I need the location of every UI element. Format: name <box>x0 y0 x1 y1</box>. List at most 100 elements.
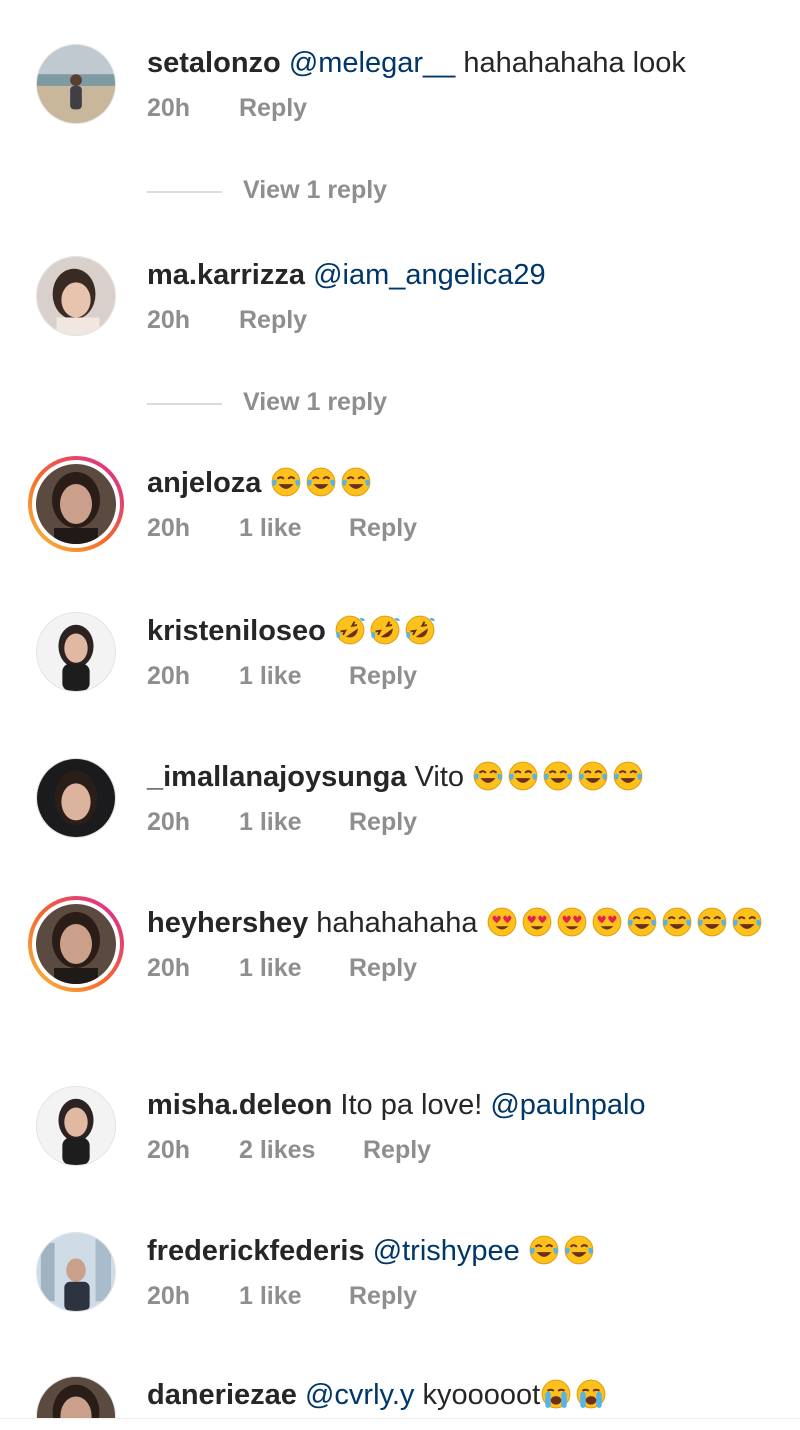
bottom-divider <box>0 1418 800 1430</box>
comment-username[interactable]: frederickfederis <box>147 1235 365 1267</box>
view-replies-dash <box>147 191 222 193</box>
avatar[interactable] <box>36 1086 116 1166</box>
comment-text: daneriezae @cvrly.y kyooooot <box>147 1376 776 1414</box>
comment-body: anjeloza 20h 1 like Reply <box>147 464 776 546</box>
comment-message <box>520 1235 528 1267</box>
reply-button[interactable]: Reply <box>363 1136 431 1165</box>
comment-timestamp: 20h <box>147 306 191 334</box>
view-replies-dash <box>147 403 222 405</box>
avatar[interactable] <box>28 896 124 992</box>
avatar[interactable] <box>36 1232 116 1312</box>
reply-button[interactable]: Reply <box>239 94 307 123</box>
comment-message: hahahahaha <box>316 907 486 939</box>
comment-username[interactable]: misha.deleon <box>147 1089 332 1121</box>
comment-like-count[interactable]: 1 like <box>239 808 302 837</box>
reply-button[interactable]: Reply <box>349 954 417 983</box>
comment-mention[interactable]: @cvrly.y <box>305 1379 414 1411</box>
avatar[interactable] <box>28 456 124 552</box>
avatar[interactable] <box>36 612 116 692</box>
comment-mention[interactable]: @iam_angelica29 <box>313 259 546 291</box>
avatar[interactable] <box>36 44 116 124</box>
comment-meta: 20h Reply <box>147 306 776 338</box>
comment-timestamp: 20h <box>147 954 191 982</box>
comment-like-count[interactable]: 1 like <box>239 954 302 983</box>
face-with-tears-of-joy-icon <box>542 760 574 792</box>
comment-mention[interactable]: @melegar__ <box>289 47 455 79</box>
comment-text: kristeniloseo <box>147 612 776 650</box>
face-with-tears-of-joy-icon <box>472 760 504 792</box>
heart-eyes-icon <box>591 906 623 938</box>
face-with-tears-of-joy-icon <box>577 760 609 792</box>
face-with-tears-of-joy-icon <box>626 906 658 938</box>
comment-timestamp: 20h <box>147 808 191 836</box>
comment-body: _imallanajoysunga Vito 20h 1 like Reply <box>147 758 776 840</box>
comment-body: ma.karrizza @iam_angelica29 20h Reply <box>147 256 776 338</box>
avatar-photo <box>36 464 116 544</box>
reply-button[interactable]: Reply <box>349 808 417 837</box>
heart-eyes-icon <box>556 906 588 938</box>
avatar[interactable] <box>36 1376 116 1418</box>
rolling-on-floor-laughing-icon <box>404 614 436 646</box>
face-with-tears-of-joy-icon <box>305 466 337 498</box>
view-replies-label[interactable]: View 1 reply <box>243 176 387 205</box>
comment-timestamp: 20h <box>147 662 191 690</box>
face-with-tears-of-joy-icon <box>696 906 728 938</box>
comment-username[interactable]: _imallanajoysunga <box>147 761 407 793</box>
rolling-on-floor-laughing-icon <box>334 614 366 646</box>
face-with-tears-of-joy-icon <box>563 1234 595 1266</box>
comment-like-count[interactable]: 1 like <box>239 662 302 691</box>
comment-message: hahahahaha look <box>455 47 686 79</box>
heart-eyes-icon <box>521 906 553 938</box>
face-with-tears-of-joy-icon <box>507 760 539 792</box>
reply-button[interactable]: Reply <box>349 514 417 543</box>
comment-meta: 20h Reply <box>147 94 776 126</box>
avatar[interactable] <box>36 758 116 838</box>
comment-timestamp: 20h <box>147 94 191 122</box>
face-with-tears-of-joy-icon <box>340 466 372 498</box>
reply-button[interactable]: Reply <box>349 1282 417 1311</box>
comment-text: heyhershey hahahahaha <box>147 904 776 942</box>
reply-button[interactable]: Reply <box>239 306 307 335</box>
comment-meta: 20h 1 like Reply <box>147 1282 776 1314</box>
comment-timestamp: 20h <box>147 514 191 542</box>
reply-button[interactable]: Reply <box>349 662 417 691</box>
comment-username[interactable]: ma.karrizza <box>147 259 305 291</box>
comment-meta: 20h 1 like Reply <box>147 808 776 840</box>
face-with-tears-of-joy-icon <box>612 760 644 792</box>
comment-message: Vito <box>414 761 473 793</box>
comment-meta: 20h 1 like Reply <box>147 662 776 694</box>
comment-mention[interactable]: @trishypee <box>373 1235 520 1267</box>
comment-text: ma.karrizza @iam_angelica29 <box>147 256 776 294</box>
comment-text: _imallanajoysunga Vito <box>147 758 776 796</box>
comment-like-count[interactable]: 1 like <box>239 1282 302 1311</box>
comment-username[interactable]: setalonzo <box>147 47 281 79</box>
comment-username[interactable]: anjeloza <box>147 467 261 499</box>
comment-body: frederickfederis @trishypee 20h 1 like Rep… <box>147 1232 776 1314</box>
comment-body: kristeniloseo 20h 1 like Reply <box>147 612 776 694</box>
comment-text: misha.deleon Ito pa love! @paulnpalo <box>147 1086 776 1124</box>
comment-text: frederickfederis @trishypee <box>147 1232 776 1270</box>
comment-timestamp: 20h <box>147 1282 191 1310</box>
comment-mention[interactable]: @paulnpalo <box>490 1089 645 1121</box>
comment-username[interactable]: kristeniloseo <box>147 615 326 647</box>
comment-like-count[interactable]: 2 likes <box>239 1136 315 1165</box>
comment-username[interactable]: daneriezae <box>147 1379 297 1411</box>
face-with-tears-of-joy-icon <box>661 906 693 938</box>
comment-username[interactable]: heyhershey <box>147 907 308 939</box>
comment-body: setalonzo @melegar__ hahahahaha look 20h R… <box>147 44 776 126</box>
avatar-photo <box>36 904 116 984</box>
comment-body: daneriezae @cvrly.y kyooooot <box>147 1376 776 1414</box>
face-with-tears-of-joy-icon <box>270 466 302 498</box>
rolling-on-floor-laughing-icon <box>369 614 401 646</box>
loudly-crying-face-icon <box>575 1378 607 1410</box>
view-replies-label[interactable]: View 1 reply <box>243 388 387 417</box>
comment-like-count[interactable]: 1 like <box>239 514 302 543</box>
comment-body: heyhershey hahahahaha 20h 1 like Reply <box>147 904 776 986</box>
comment-meta: 20h 1 like Reply <box>147 514 776 546</box>
comments-list: setalonzo @melegar__ hahahahaha look 20h R… <box>0 0 800 1418</box>
face-with-tears-of-joy-icon <box>731 906 763 938</box>
comment-meta: 20h 1 like Reply <box>147 954 776 986</box>
comment-meta: 20h 2 likes Reply <box>147 1136 776 1168</box>
heart-eyes-icon <box>486 906 518 938</box>
avatar[interactable] <box>36 256 116 336</box>
